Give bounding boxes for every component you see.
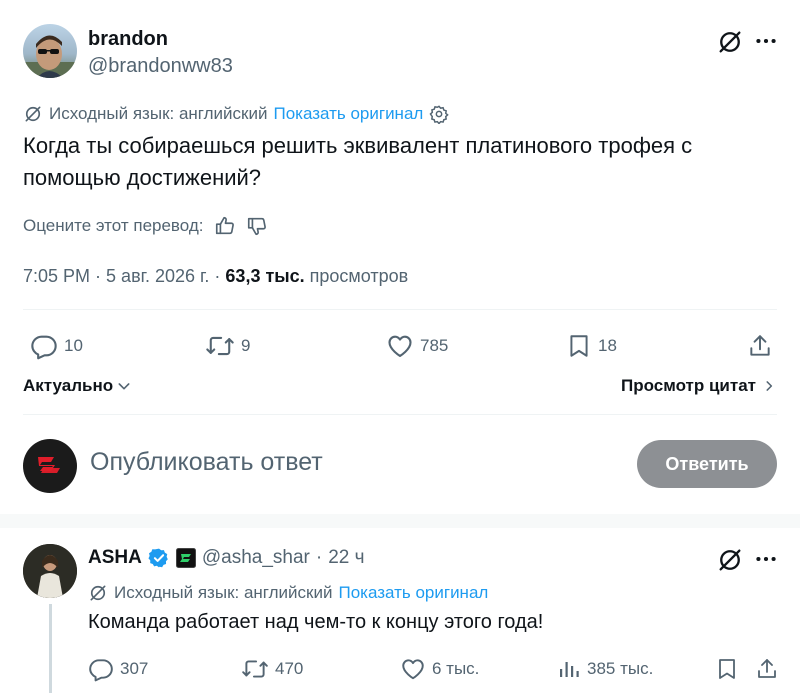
translate-icon[interactable] xyxy=(716,546,744,574)
like-button[interactable]: 785 xyxy=(386,332,448,360)
sort-label: Актуально xyxy=(23,376,114,395)
translate-icon[interactable] xyxy=(716,28,744,56)
chevron-down-icon xyxy=(116,378,132,394)
views-label: просмотров xyxy=(309,266,409,286)
reply-header: ASHA @asha_shar · 22 ч xyxy=(88,547,365,569)
settings-icon[interactable] xyxy=(429,104,450,124)
thread-line xyxy=(49,604,52,693)
tweet-meta: 7:05 PM · 5 авг. 2026 г. · 63,3 тыс. про… xyxy=(23,266,408,287)
reply-icon xyxy=(30,332,58,360)
source-language: Исходный язык: английский xyxy=(114,583,333,602)
logo xyxy=(38,457,60,473)
user-handle[interactable]: @brandonww83 xyxy=(88,55,233,78)
user-handle[interactable]: @asha_shar xyxy=(202,547,310,569)
divider xyxy=(0,514,800,528)
sort-dropdown[interactable]: Актуально xyxy=(23,376,132,396)
tweet-text: Когда ты собираешься решить эквивалент п… xyxy=(23,133,693,190)
views-icon xyxy=(557,656,581,682)
separator: · xyxy=(214,266,221,286)
share-icon xyxy=(755,656,779,682)
translate-icon xyxy=(23,104,43,124)
more-icon[interactable] xyxy=(753,28,779,54)
divider xyxy=(23,414,777,415)
divider xyxy=(23,309,777,310)
reply-button[interactable]: 10 xyxy=(30,332,83,360)
display-name[interactable]: ASHA xyxy=(88,547,142,569)
views-count: 63,3 тыс. xyxy=(225,266,305,286)
show-original-link[interactable]: Показать оригинал xyxy=(338,583,488,603)
share-button[interactable] xyxy=(755,656,779,682)
affiliate-badge-icon[interactable] xyxy=(175,548,196,568)
tweet-time[interactable]: 22 ч xyxy=(328,547,364,569)
share-icon xyxy=(747,332,773,360)
view-quotes-link[interactable]: Просмотр цитат xyxy=(621,376,776,396)
repost-icon xyxy=(205,332,235,360)
like-count: 785 xyxy=(420,336,449,355)
thumbs-down-icon[interactable] xyxy=(246,215,268,237)
rate-translation: Оцените этот перевод: xyxy=(23,215,268,237)
separator: · xyxy=(95,266,102,286)
quotes-label: Просмотр цитат xyxy=(621,376,756,395)
share-button[interactable] xyxy=(747,332,773,360)
display-name[interactable]: brandon xyxy=(88,28,168,51)
separator: · xyxy=(315,547,323,568)
bookmark-count: 18 xyxy=(598,336,617,355)
translate-icon xyxy=(88,583,108,603)
like-icon xyxy=(386,332,414,360)
tweet-date[interactable]: 5 авг. 2026 г. xyxy=(106,266,209,287)
repost-count: 470 xyxy=(275,659,304,678)
reply-button[interactable]: 307 xyxy=(88,656,148,682)
repost-count: 9 xyxy=(241,336,251,355)
bookmark-button[interactable]: 18 xyxy=(566,332,617,360)
reply-input[interactable]: Опубликовать ответ xyxy=(90,448,323,477)
repost-button[interactable]: 470 xyxy=(241,656,303,682)
avatar[interactable] xyxy=(23,544,77,598)
bookmark-icon xyxy=(566,332,592,360)
views-count: 385 тыс. xyxy=(587,659,654,678)
chevron-right-icon xyxy=(762,378,776,394)
reply-icon xyxy=(88,656,114,682)
verified-icon xyxy=(148,547,170,569)
thumbs-up-icon[interactable] xyxy=(214,215,236,237)
like-icon xyxy=(400,656,426,682)
tweet-text: Команда работает над чем-то к концу этог… xyxy=(88,611,544,633)
avatar[interactable] xyxy=(23,439,77,493)
translation-notice: Исходный язык: английский Показать ориги… xyxy=(88,583,488,603)
more-icon[interactable] xyxy=(753,546,779,572)
translation-notice: Исходный язык: английский Показать ориги… xyxy=(23,104,450,124)
source-language: Исходный язык: английский xyxy=(49,104,268,123)
repost-icon xyxy=(241,656,269,682)
bookmark-icon xyxy=(715,656,739,682)
tweet-time[interactable]: 7:05 PM xyxy=(23,266,90,287)
reply-count: 307 xyxy=(120,659,149,678)
reply-submit-button[interactable]: Ответить xyxy=(637,440,777,488)
rate-label: Оцените этот перевод: xyxy=(23,216,204,235)
like-button[interactable]: 6 тыс. xyxy=(400,656,479,682)
reply-count: 10 xyxy=(64,336,83,355)
views-button[interactable]: 385 тыс. xyxy=(557,656,653,682)
repost-button[interactable]: 9 xyxy=(205,332,250,360)
like-count: 6 тыс. xyxy=(432,659,480,678)
avatar[interactable] xyxy=(23,24,77,78)
show-original-link[interactable]: Показать оригинал xyxy=(273,104,423,124)
bookmark-button[interactable] xyxy=(715,656,739,682)
